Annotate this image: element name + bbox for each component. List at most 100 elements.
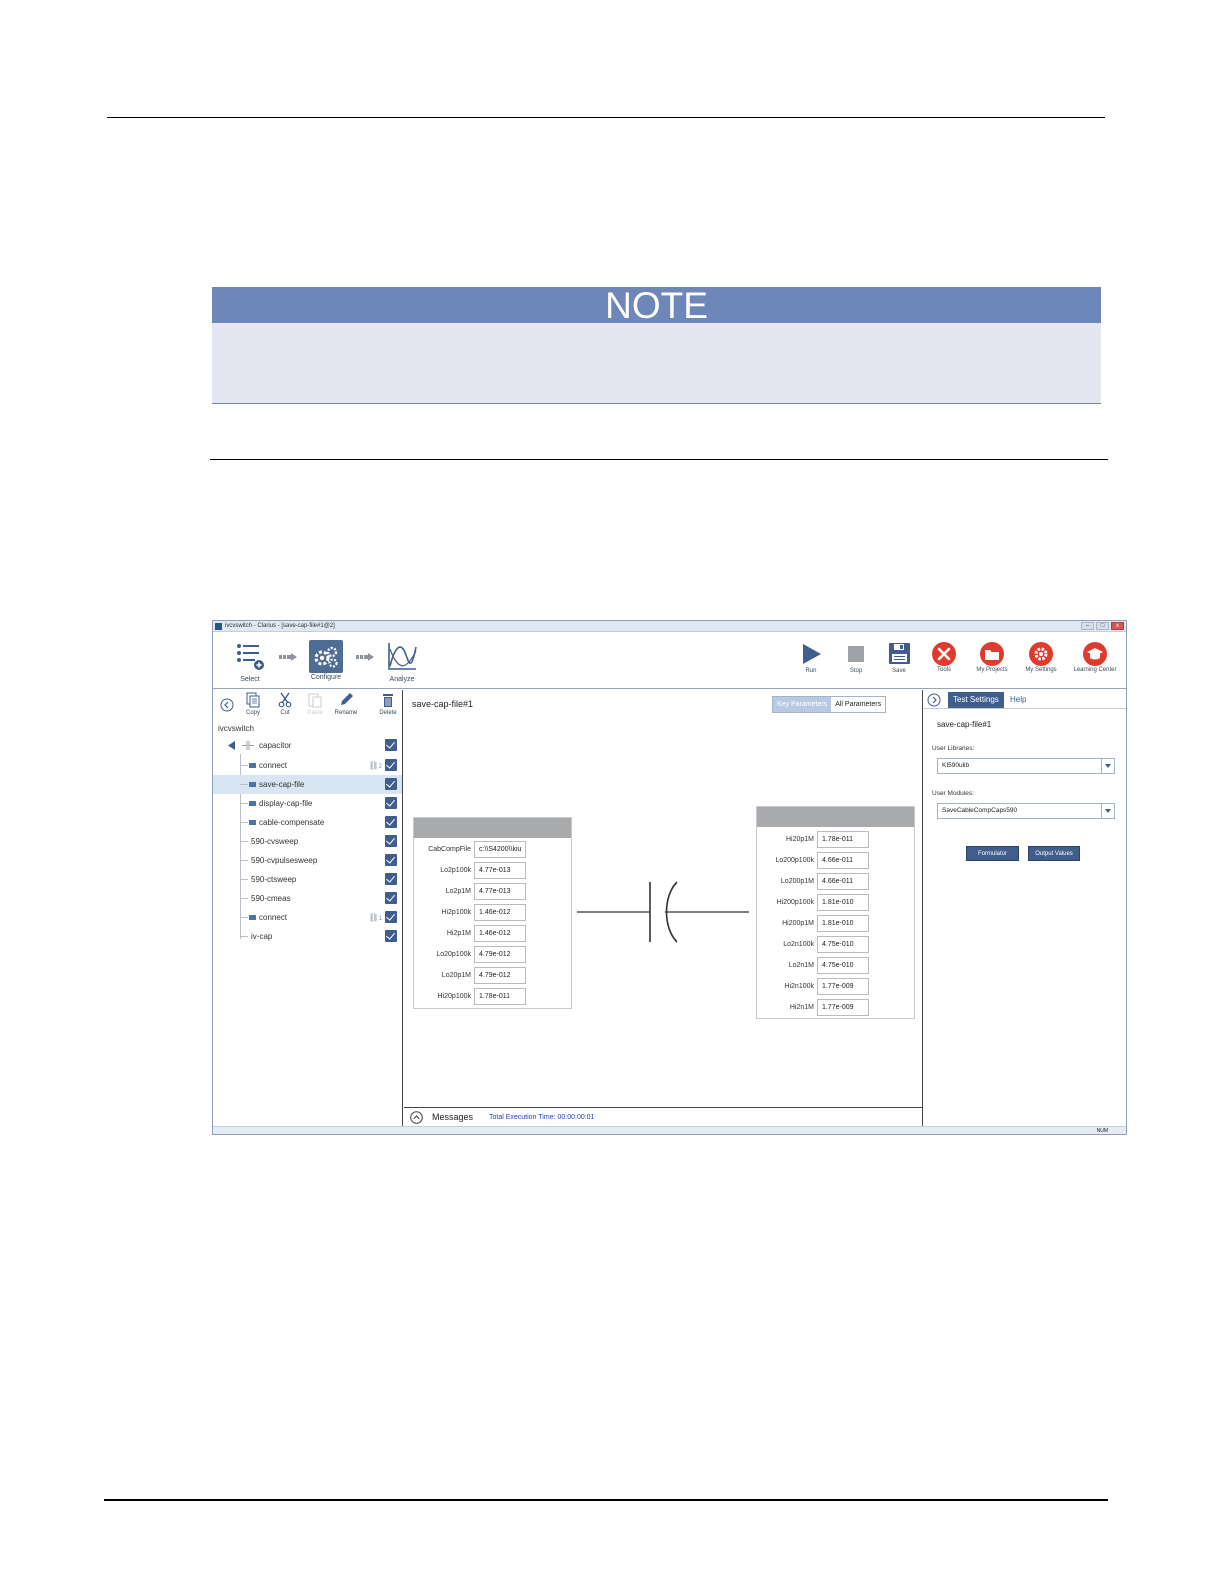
- tree-item-cable-compensate[interactable]: cable-compensate: [213, 813, 402, 832]
- configure-icon: [309, 640, 343, 673]
- tree-item-590-ctsweep[interactable]: 590-ctsweep: [213, 870, 402, 889]
- param-input[interactable]: 1.81e-010: [817, 915, 869, 932]
- param-label: Lo2n100k: [783, 941, 814, 948]
- tab-test-settings[interactable]: Test Settings: [948, 692, 1004, 708]
- param-label: Hi2p1M: [446, 930, 471, 937]
- tree-item-590-cvsweep[interactable]: 590-cvsweep: [213, 832, 402, 851]
- capacitor-symbol-icon: [577, 881, 749, 943]
- tree-item-checkbox[interactable]: [385, 911, 397, 923]
- param-input[interactable]: 4.66e-011: [817, 873, 869, 890]
- tree-item-checkbox[interactable]: [385, 739, 397, 751]
- messages-bar[interactable]: Messages Total Execution Time: 00:00:00:…: [404, 1107, 923, 1126]
- param-input[interactable]: 4.75e-010: [817, 936, 869, 953]
- tree-item-checkbox[interactable]: [385, 759, 397, 771]
- tools-button[interactable]: Tools: [929, 642, 959, 673]
- paste-button[interactable]: Paste: [301, 692, 329, 716]
- tree-item-connect[interactable]: connect ⛓2: [213, 756, 402, 775]
- folder-icon: [980, 642, 1004, 666]
- learning-center-button[interactable]: Learning Center: [1067, 642, 1123, 673]
- user-libraries-select[interactable]: KI590ulib: [937, 758, 1115, 774]
- cut-button[interactable]: Cut: [271, 692, 299, 716]
- param-input[interactable]: 4.66e-011: [817, 852, 869, 869]
- delete-button[interactable]: Delete: [374, 692, 402, 716]
- execution-time: Total Execution Time: 00:00:00:01: [489, 1114, 595, 1121]
- run-label: Run: [805, 668, 817, 674]
- rename-button[interactable]: Rename: [332, 692, 360, 716]
- minimize-button[interactable]: –: [1081, 622, 1094, 630]
- tree-item-checkbox[interactable]: [385, 778, 397, 790]
- tree-item-save-cap-file[interactable]: save-cap-file: [213, 775, 402, 794]
- param-input[interactable]: 1.81e-010: [817, 894, 869, 911]
- run-icon: [803, 644, 821, 664]
- delete-label: Delete: [379, 710, 397, 716]
- tree-item-checkbox[interactable]: [385, 892, 397, 904]
- my-projects-button[interactable]: My Projects: [971, 642, 1013, 673]
- tree-item-checkbox[interactable]: [385, 835, 397, 847]
- tree-item-checkbox[interactable]: [385, 873, 397, 885]
- stop-button[interactable]: Stop: [843, 643, 869, 674]
- all-parameters-tab[interactable]: All Parameters: [831, 697, 886, 712]
- expand-triangle-icon: [228, 741, 235, 750]
- chevron-down-icon: [1101, 804, 1114, 818]
- output-values-button[interactable]: Output Values: [1028, 846, 1080, 861]
- copy-button[interactable]: Copy: [239, 692, 267, 716]
- param-input[interactable]: 1.78e-011: [817, 831, 869, 848]
- param-input[interactable]: 4.79e-012: [474, 946, 526, 963]
- param-row-hi2n100k: Hi2n100k 1.77e-009: [756, 978, 915, 995]
- collapse-panel-button[interactable]: [213, 698, 241, 714]
- analyze-button[interactable]: Analyze: [384, 641, 420, 683]
- key-parameters-tab[interactable]: Key Parameters: [773, 697, 832, 712]
- tree-item-capacitor[interactable]: capacitor: [213, 736, 402, 755]
- param-input[interactable]: 1.77e-009: [817, 999, 869, 1016]
- tab-help[interactable]: Help: [1005, 692, 1031, 708]
- select-button[interactable]: Select: [233, 641, 267, 683]
- tools-icon: [932, 642, 956, 666]
- tree-item-checkbox[interactable]: [385, 797, 397, 809]
- param-input[interactable]: 4.77e-013: [474, 862, 526, 879]
- window-title: ivcvswitch - Clarius - [save-cap-file#1@…: [225, 623, 335, 629]
- footer-rule: [104, 1499, 1108, 1501]
- tree-item-label: capacitor: [259, 741, 292, 750]
- run-button[interactable]: Run: [798, 643, 824, 674]
- param-label: Lo20p100k: [436, 951, 471, 958]
- param-input[interactable]: 1.78e-011: [474, 988, 526, 1005]
- tree-item-iv-cap[interactable]: iv-cap: [213, 927, 402, 946]
- param-row-lo2n100k: Lo2n100k 4.75e-010: [756, 936, 915, 953]
- tree-item-connect[interactable]: connect ⛓1: [213, 908, 402, 927]
- maximize-button[interactable]: □: [1096, 622, 1109, 630]
- tree-item-checkbox[interactable]: [385, 816, 397, 828]
- param-label: CabCompFile: [428, 846, 471, 853]
- param-label: Lo20p1M: [441, 972, 471, 979]
- param-input[interactable]: 1.46e-012: [474, 904, 526, 921]
- cut-label: Cut: [280, 710, 290, 716]
- param-input[interactable]: 4.77e-013: [474, 883, 526, 900]
- param-row-lo2p1m: Lo2p1M 4.77e-013: [413, 883, 572, 900]
- my-settings-button[interactable]: My Settings: [1020, 642, 1062, 673]
- configuration-panel: save-cap-file#1 Key Parameters All Param…: [404, 690, 923, 1126]
- configure-button[interactable]: Configure: [308, 640, 344, 681]
- user-modules-select[interactable]: SaveCableCompCaps590: [937, 803, 1115, 819]
- tree-item-590-cmeas[interactable]: 590-cmeas: [213, 889, 402, 908]
- tree-item-checkbox[interactable]: [385, 930, 397, 942]
- param-input[interactable]: 1.46e-012: [474, 925, 526, 942]
- pencil-icon: [341, 693, 353, 705]
- param-input[interactable]: 4.75e-010: [817, 957, 869, 974]
- param-label: Hi200p1M: [782, 920, 814, 927]
- param-input[interactable]: 1.77e-009: [817, 978, 869, 995]
- configure-label: Configure: [310, 674, 342, 681]
- gear-icon: [1029, 642, 1053, 666]
- tree-item-display-cap-file[interactable]: display-cap-file: [213, 794, 402, 813]
- tree-item-checkbox[interactable]: [385, 854, 397, 866]
- close-button[interactable]: x: [1111, 622, 1124, 630]
- param-input[interactable]: 4.79e-012: [474, 967, 526, 984]
- param-input[interactable]: c:\\S4200\\kiu: [474, 841, 526, 858]
- tree-item-590-cvpulsesweep[interactable]: 590-cvpulsesweep: [213, 851, 402, 870]
- param-row-hi2p100k: Hi2p100k 1.46e-012: [413, 904, 572, 921]
- formulator-button[interactable]: Formulator: [966, 846, 1019, 861]
- project-tree-panel: Copy Cut Paste Rename Delete ivcvswitch: [213, 690, 403, 1126]
- chevron-right-icon[interactable]: [927, 693, 941, 707]
- param-label: Lo2p100k: [440, 867, 471, 874]
- save-button[interactable]: Save: [886, 642, 912, 674]
- device-icon: [242, 741, 254, 750]
- header-rule: [107, 117, 1105, 118]
